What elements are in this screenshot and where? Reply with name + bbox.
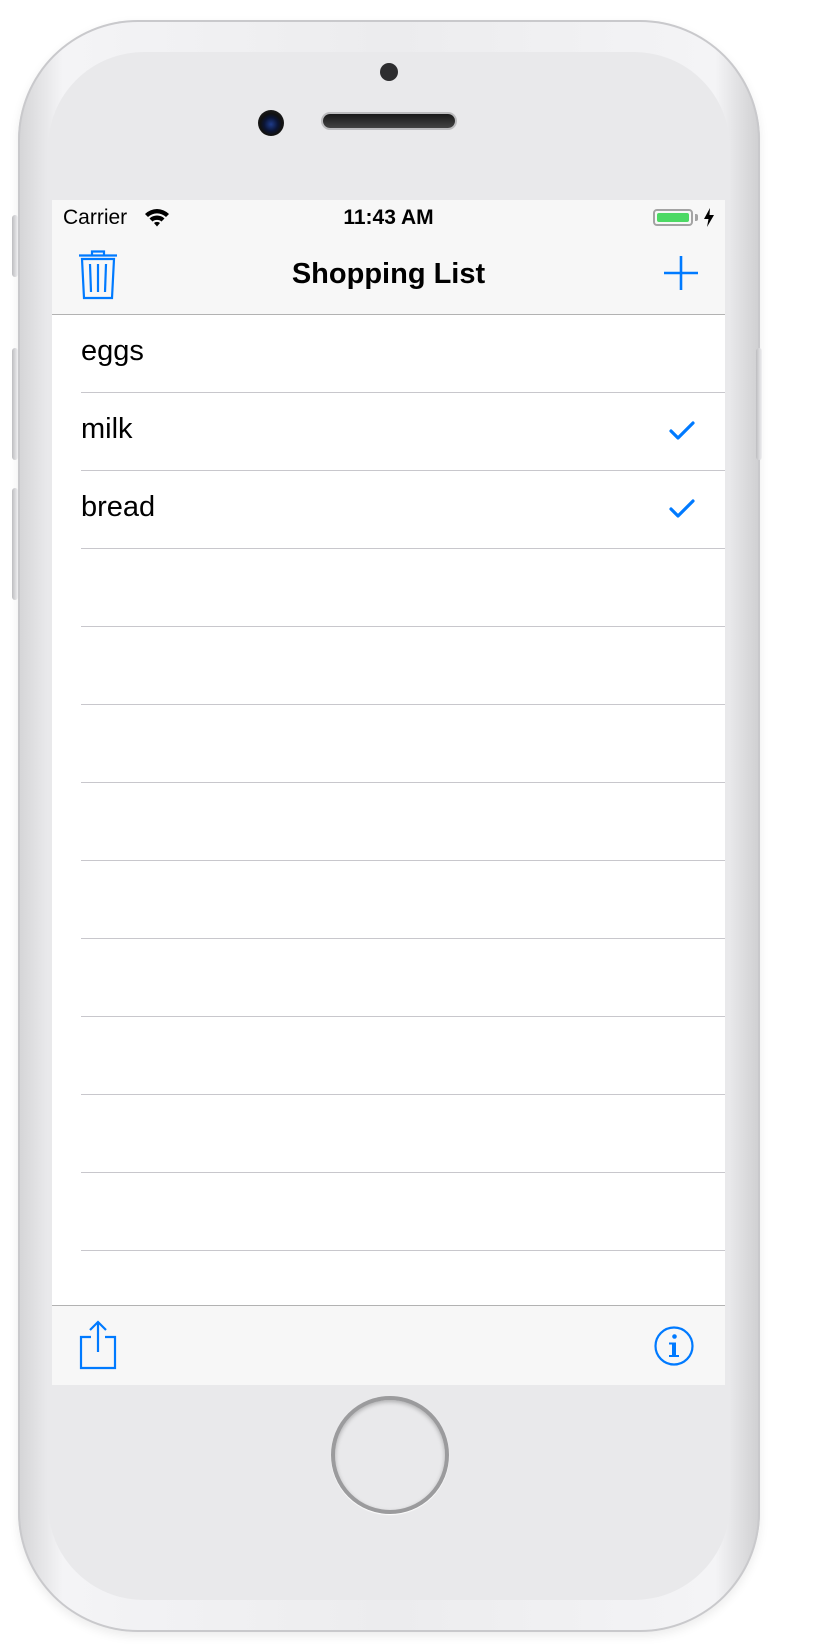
list-item[interactable]: eggs — [81, 315, 725, 393]
home-button[interactable] — [331, 1396, 449, 1514]
bottom-toolbar — [52, 1305, 725, 1385]
battery-icon — [653, 209, 693, 226]
battery-nub — [695, 214, 698, 221]
battery-level — [657, 213, 689, 222]
power-button — [756, 348, 762, 460]
earpiece-speaker — [323, 114, 455, 128]
empty-row — [81, 627, 725, 705]
page-title: Shopping List — [291, 258, 486, 290]
list-item[interactable]: bread — [81, 471, 725, 549]
empty-row — [81, 705, 725, 783]
status-bar: Carrier 11:43 AM — [52, 200, 725, 238]
list-item-label: eggs — [81, 335, 144, 367]
navigation-bar: Shopping List — [52, 238, 725, 315]
list-item-label: milk — [81, 413, 133, 445]
volume-up-button — [12, 348, 18, 460]
list-item[interactable]: milk — [81, 393, 725, 471]
empty-row — [81, 861, 725, 939]
shopping-list: eggs milk bread — [52, 315, 725, 1329]
checkmark-icon — [669, 499, 695, 518]
mute-switch — [12, 215, 18, 277]
add-icon[interactable] — [662, 254, 700, 292]
empty-row — [81, 1173, 725, 1251]
proximity-sensor — [380, 63, 398, 81]
info-icon[interactable] — [654, 1326, 694, 1366]
empty-row — [81, 939, 725, 1017]
share-icon[interactable] — [79, 1320, 117, 1370]
list-item-label: bread — [81, 491, 156, 523]
front-camera — [258, 110, 284, 136]
checkmark-icon — [669, 421, 695, 440]
empty-row — [81, 1095, 725, 1173]
empty-row — [81, 549, 725, 627]
status-time: 11:43 AM — [343, 206, 434, 229]
charging-bolt-icon — [704, 208, 714, 227]
volume-down-button — [12, 488, 18, 600]
screen: Carrier 11:43 AM Shopping List eggs milk… — [52, 200, 725, 1385]
empty-row — [81, 783, 725, 861]
empty-row — [81, 1017, 725, 1095]
